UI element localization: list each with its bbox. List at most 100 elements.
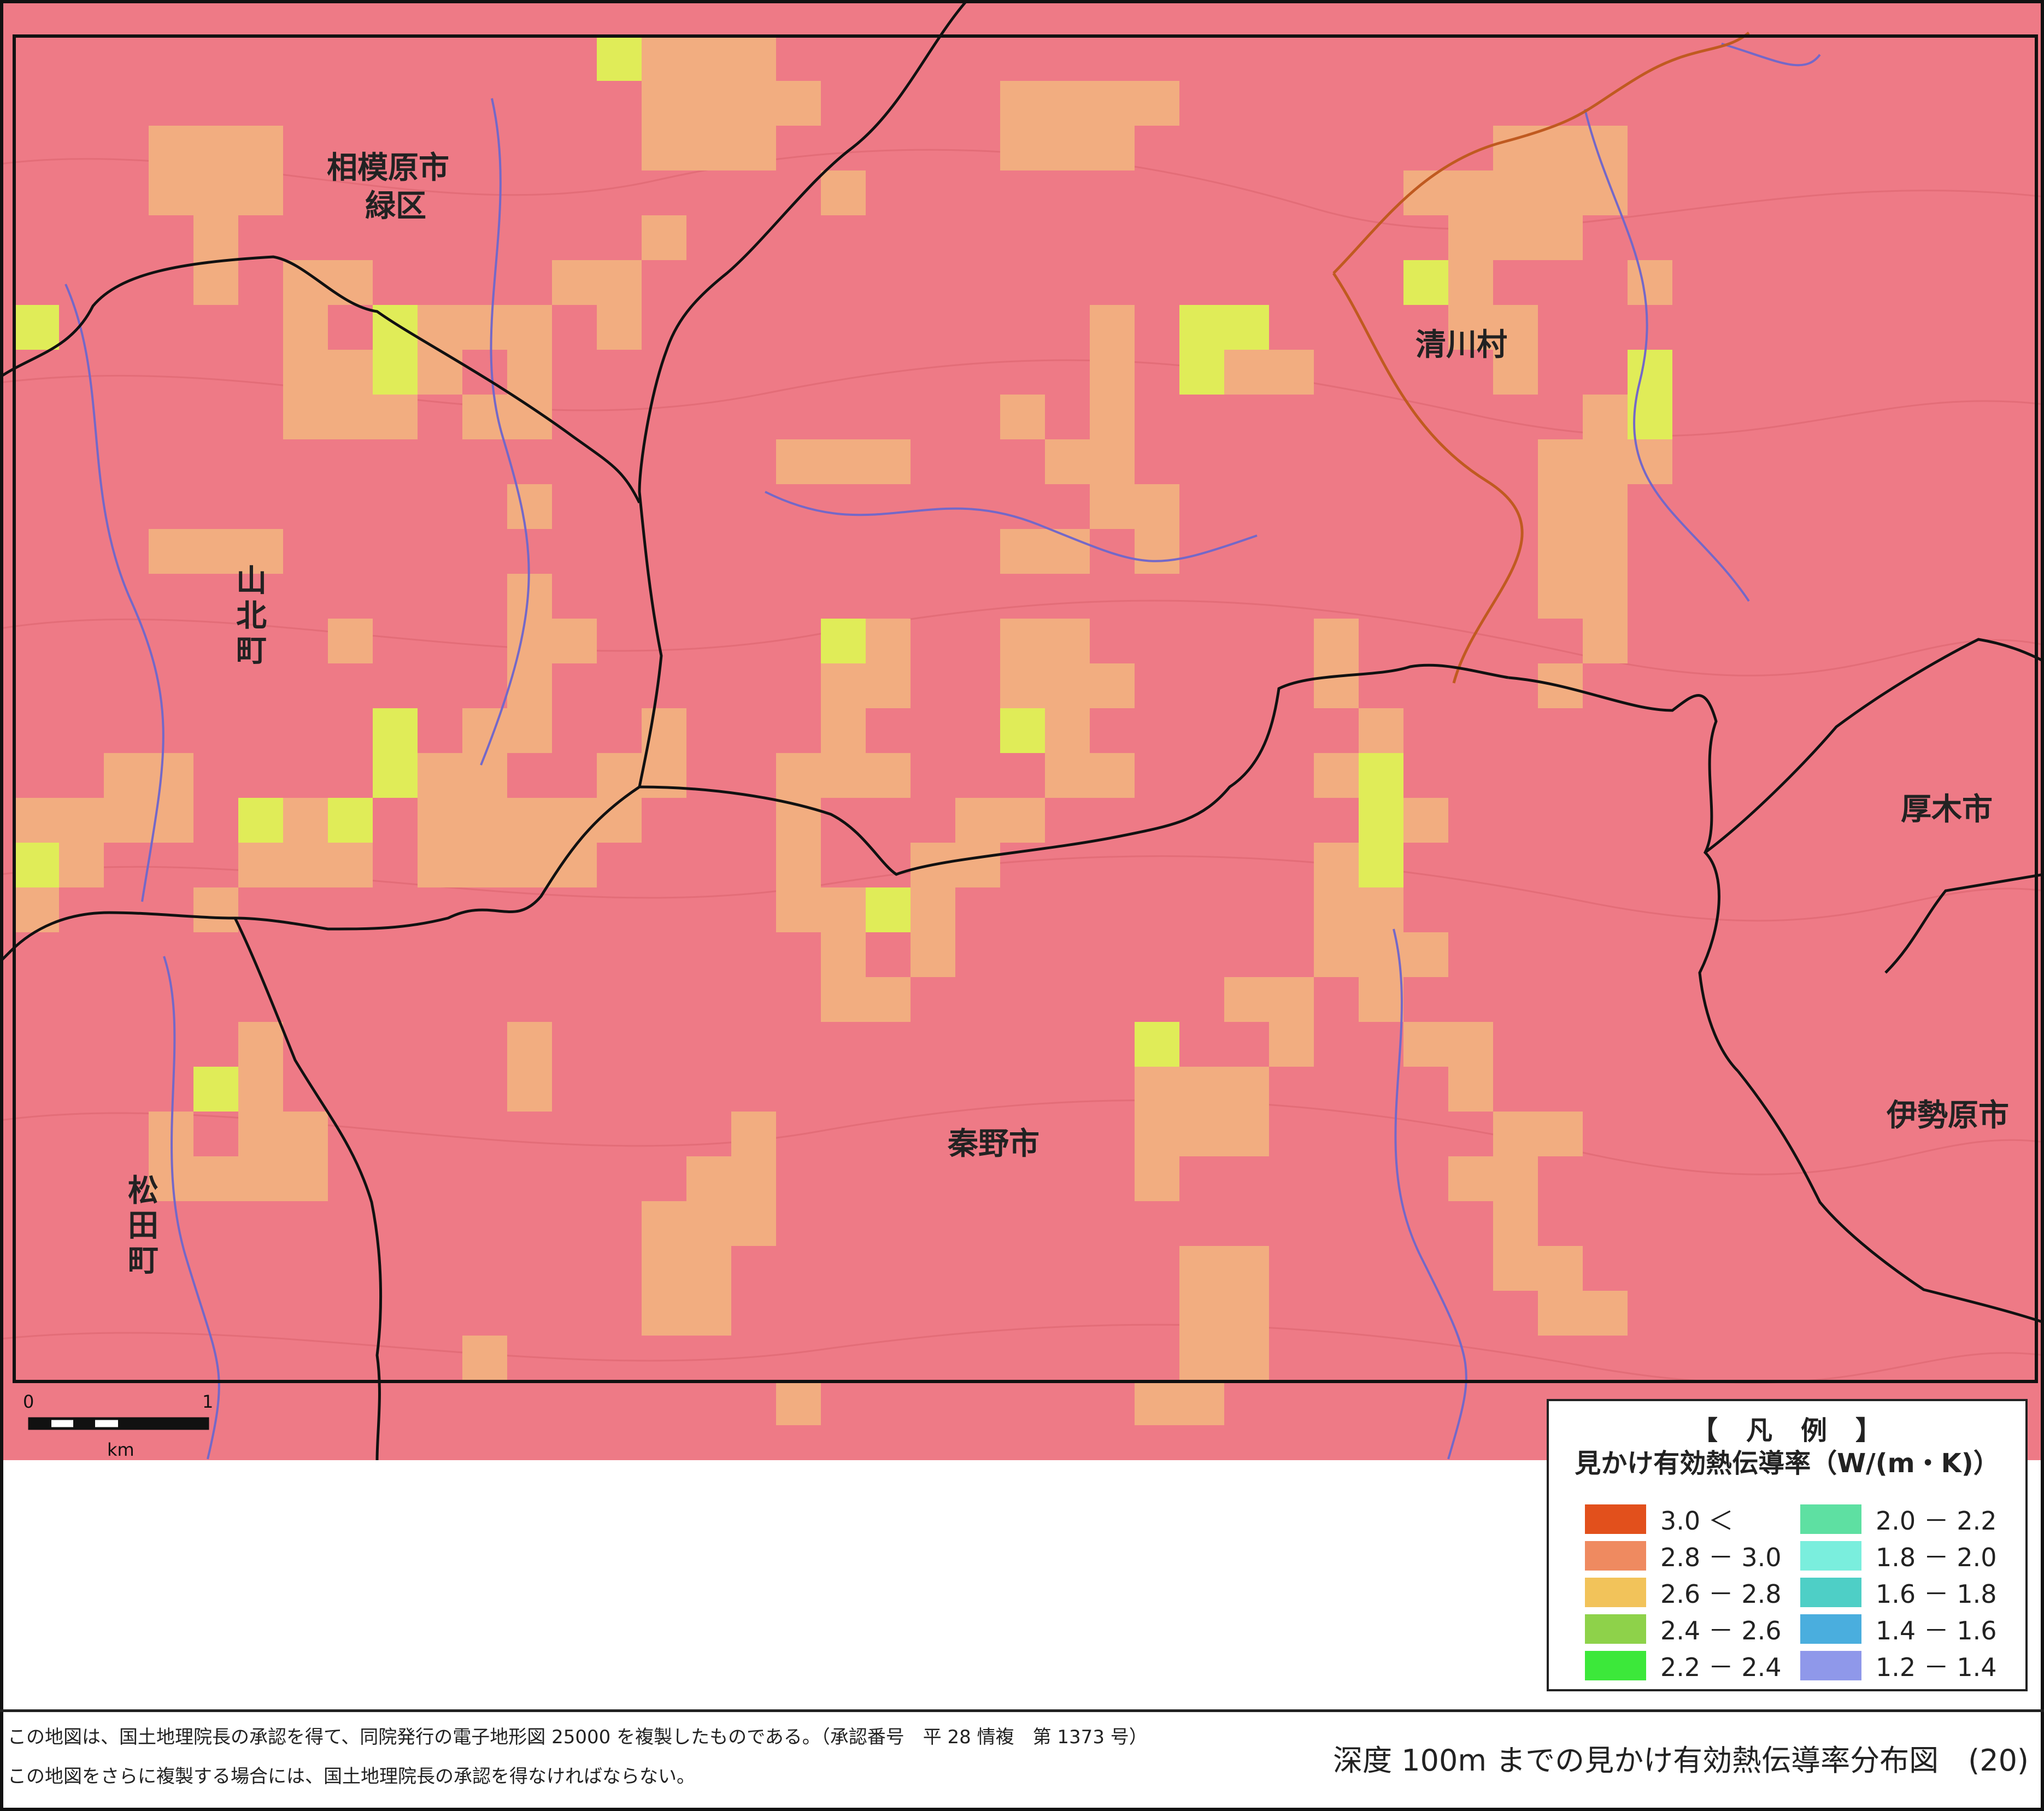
grid-cell — [507, 798, 552, 843]
grid-cell — [328, 798, 373, 843]
grid-cell — [1628, 350, 1672, 395]
grid-cell — [507, 843, 552, 887]
grid-cell — [418, 305, 462, 350]
grid-cell — [776, 1380, 821, 1425]
legend-swatch — [1585, 1541, 1646, 1571]
grid-cell — [328, 843, 373, 887]
legend-item: 3.0 ＜ — [1585, 1503, 1734, 1536]
grid-cell — [776, 843, 821, 887]
grid-cell — [1583, 126, 1628, 170]
grid-cell — [1090, 753, 1135, 798]
grid-cell — [14, 843, 59, 887]
grid-cell — [1359, 753, 1403, 798]
grid-cell — [1448, 1067, 1493, 1112]
grid-cell — [1403, 1022, 1448, 1067]
place-matsuda-2: 田 — [128, 1208, 158, 1244]
grid-cell — [1224, 1112, 1269, 1156]
legend-label: 1.4 － 1.6 — [1876, 1616, 1997, 1645]
grid-cell — [283, 350, 328, 395]
legend-item: 2.2 － 2.4 — [1585, 1649, 1782, 1682]
grid-cell — [507, 305, 552, 350]
grid-cell — [1090, 126, 1135, 170]
grid-cell — [1314, 932, 1359, 977]
grid-cell — [1045, 126, 1090, 170]
grid-cell — [1583, 1291, 1628, 1336]
grid-cell — [1493, 1156, 1538, 1201]
grid-cell — [1583, 484, 1628, 529]
grid-cell — [1000, 529, 1045, 574]
grid-cell — [283, 1112, 328, 1156]
grid-cell — [1448, 1156, 1493, 1201]
grid-cell — [866, 439, 911, 484]
grid-cell — [866, 753, 911, 798]
grid-cell — [686, 1156, 731, 1201]
legend-item: 2.4 － 2.6 — [1585, 1613, 1782, 1645]
grid-cell — [1493, 1112, 1538, 1156]
grid-cell — [1179, 1112, 1224, 1156]
legend-swatch — [1800, 1614, 1861, 1644]
grid-cell — [193, 887, 238, 932]
legend-label: 1.8 － 2.0 — [1876, 1543, 1997, 1572]
grid-cell — [507, 350, 552, 395]
grid-cell — [686, 1201, 731, 1246]
grid-cell — [1045, 439, 1090, 484]
grid-cell — [1493, 1201, 1538, 1246]
grid-cell — [283, 798, 328, 843]
grid-cell — [1000, 126, 1045, 170]
grid-cell — [1179, 305, 1224, 350]
grid-cell — [1179, 1380, 1224, 1425]
grid-cell — [1314, 887, 1359, 932]
grid-cell — [14, 798, 59, 843]
grid-cell — [373, 395, 418, 439]
grid-cell — [1224, 977, 1269, 1022]
grid-cell — [1359, 843, 1403, 887]
legend-label: 1.2 － 1.4 — [1876, 1653, 1997, 1682]
grid-cell — [193, 1156, 238, 1201]
grid-cell — [1583, 619, 1628, 663]
grid-cell — [149, 170, 193, 215]
grid-cell — [238, 843, 283, 887]
grid-cell — [193, 215, 238, 260]
grid-cell — [686, 36, 731, 81]
place-kiyokawa: 清川村 — [1415, 327, 1507, 363]
grid-cell — [1538, 574, 1583, 619]
grid-cell — [1583, 439, 1628, 484]
grid-cell — [1045, 663, 1090, 708]
grid-cell — [1224, 1067, 1269, 1112]
grid-cell — [1538, 1246, 1583, 1291]
grid-cell — [866, 977, 911, 1022]
grid-cell — [686, 126, 731, 170]
grid-cell — [731, 81, 776, 126]
grid-cell — [507, 1067, 552, 1112]
grid-cell — [462, 843, 507, 887]
grid-cell — [1179, 1067, 1224, 1112]
grid-cell — [238, 798, 283, 843]
grid-cell — [1090, 663, 1135, 708]
grid-cell — [328, 350, 373, 395]
grid-cell — [418, 350, 462, 395]
grid-cell — [731, 36, 776, 81]
grid-cell — [14, 887, 59, 932]
grid-cell — [731, 1112, 776, 1156]
legend-label: 2.4 － 2.6 — [1660, 1616, 1782, 1645]
grid-cell — [1583, 170, 1628, 215]
legend-swatch — [1800, 1541, 1861, 1571]
legend-swatch — [1585, 1614, 1646, 1644]
grid-cell — [1135, 1112, 1179, 1156]
grid-cell — [1493, 215, 1538, 260]
grid-cell — [1224, 1291, 1269, 1336]
grid-cell — [1179, 350, 1224, 395]
grid-cell — [821, 753, 866, 798]
grid-cell — [821, 932, 866, 977]
grid-cell — [462, 305, 507, 350]
legend-swatch — [1800, 1504, 1861, 1534]
grid-cell — [955, 798, 1000, 843]
grid-cell — [1224, 1246, 1269, 1291]
grid-cell — [462, 798, 507, 843]
grid-cell — [462, 1336, 507, 1380]
grid-cell — [955, 843, 1000, 887]
grid-cell — [821, 887, 866, 932]
scale-unit: km — [107, 1439, 134, 1460]
scale-start: 0 — [23, 1391, 34, 1412]
grid-cell — [1135, 81, 1179, 126]
